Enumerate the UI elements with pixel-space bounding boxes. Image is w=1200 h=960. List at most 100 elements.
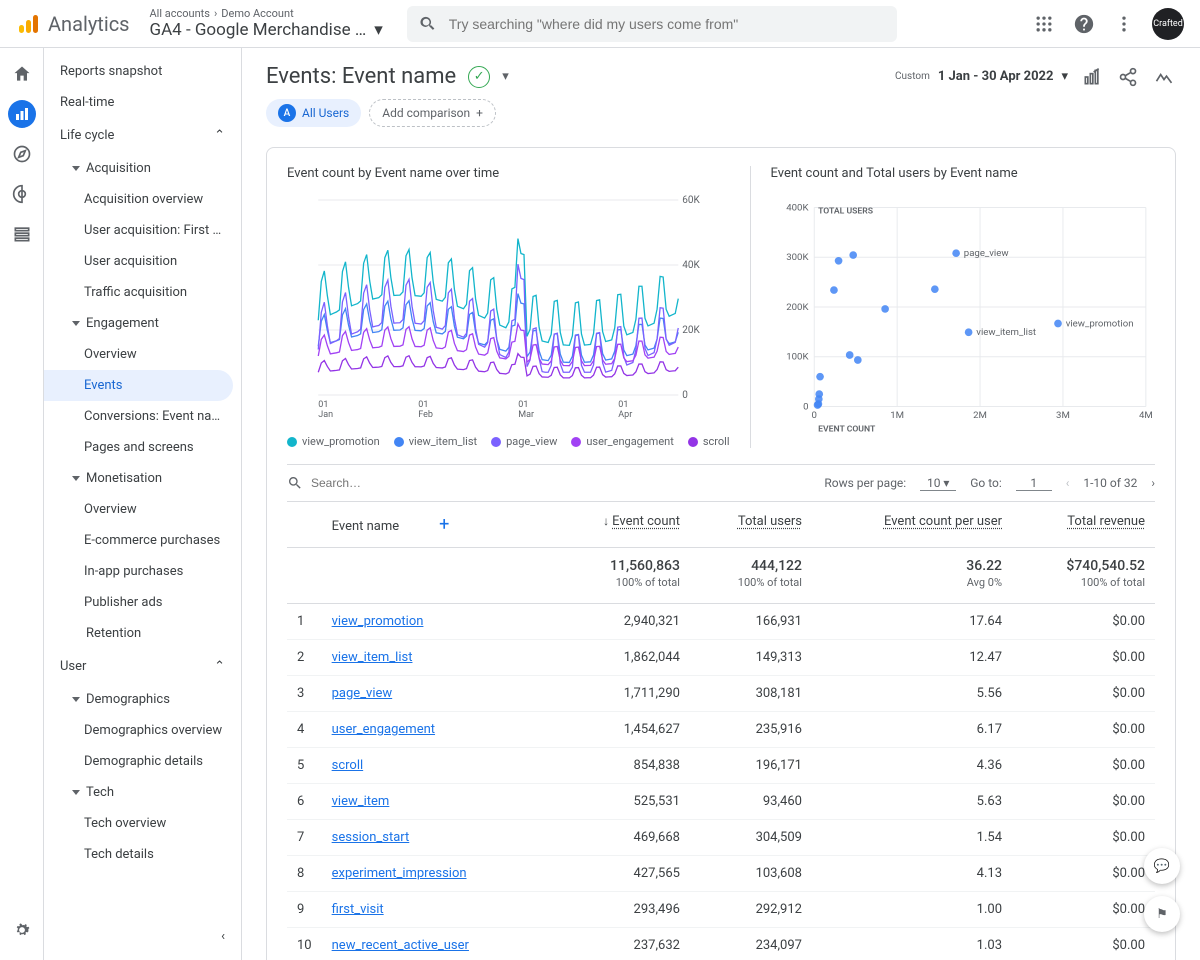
share-icon[interactable] — [1116, 65, 1140, 89]
nav-tech[interactable]: Tech — [44, 777, 241, 808]
nav-demographics[interactable]: Demographics — [44, 684, 241, 715]
table-row[interactable]: 1view_promotion2,940,321166,93117.64$0.0… — [287, 604, 1155, 640]
comparison-all-users[interactable]: AAll Users — [266, 99, 361, 127]
nav-mon-inapp[interactable]: In-app purchases — [44, 556, 241, 587]
goto-input[interactable]: 1 — [1016, 476, 1052, 491]
rail-admin-icon[interactable] — [8, 916, 36, 944]
th-revenue[interactable]: Total revenue — [1012, 502, 1155, 548]
nav-acq-user[interactable]: User acquisition — [44, 246, 241, 277]
app-header: Analytics All accounts › Demo Account GA… — [0, 0, 1200, 48]
customize-report-icon[interactable] — [1080, 65, 1104, 89]
chip-add-label: Add comparison — [382, 106, 470, 120]
event-link[interactable]: first_visit — [332, 902, 384, 917]
insights-icon[interactable] — [1152, 65, 1176, 89]
nav-eng-pages[interactable]: Pages and screens — [44, 432, 241, 463]
table-search-input[interactable] — [311, 476, 466, 490]
event-link[interactable]: session_start — [332, 830, 410, 845]
comparison-chips: AAll Users Add comparison+ — [266, 99, 1176, 127]
nav-snapshot[interactable]: Reports snapshot — [44, 56, 241, 87]
event-link[interactable]: new_recent_active_user — [332, 938, 469, 953]
line-legend: view_promotion view_item_list page_view … — [287, 435, 730, 448]
sum-rev: $740,540.52100% of total — [1012, 548, 1155, 604]
table-row[interactable]: 10new_recent_active_user237,632234,0971.… — [287, 928, 1155, 960]
nav-eng-overview[interactable]: Overview — [44, 339, 241, 370]
nav-tech-overview[interactable]: Tech overview — [44, 808, 241, 839]
nav-realtime[interactable]: Real-time — [44, 87, 241, 118]
table-row[interactable]: 4user_engagement1,454,627235,9166.17$0.0… — [287, 712, 1155, 748]
product-name: Analytics — [48, 12, 130, 36]
table-row[interactable]: 6view_item525,53193,4605.63$0.00 — [287, 784, 1155, 820]
nav-mon-pub[interactable]: Publisher ads — [44, 587, 241, 618]
caret-down-icon[interactable]: ▾ — [502, 69, 509, 84]
next-page-icon[interactable]: › — [1151, 476, 1155, 490]
nav-acq-traffic[interactable]: Traffic acquisition — [44, 277, 241, 308]
nav-engagement[interactable]: Engagement — [44, 308, 241, 339]
breadcrumb: All accounts › Demo Account — [150, 7, 383, 20]
avatar[interactable]: Crafted — [1152, 8, 1184, 40]
event-link[interactable]: page_view — [332, 686, 393, 701]
chat-fab-icon[interactable]: 💬 — [1144, 848, 1180, 884]
search-bar[interactable] — [407, 6, 897, 42]
nav-user[interactable]: User⌃ — [44, 649, 241, 684]
more-vert-icon[interactable] — [1112, 12, 1136, 36]
rail-advertising-icon[interactable] — [8, 180, 36, 208]
rail-explore-icon[interactable] — [8, 140, 36, 168]
event-link[interactable]: scroll — [332, 758, 364, 773]
feedback-fab-icon[interactable]: ⚑ — [1144, 896, 1180, 932]
rows-per-page-select[interactable]: 10 ▾ — [920, 476, 956, 491]
sum-epu: 36.22Avg 0% — [812, 548, 1012, 604]
table-search[interactable] — [287, 475, 497, 491]
nav-demo-details[interactable]: Demographic details — [44, 746, 241, 777]
th-epu[interactable]: Event count per user — [812, 502, 1012, 548]
add-comparison-button[interactable]: Add comparison+ — [369, 99, 496, 127]
nav-demo-overview[interactable]: Demographics overview — [44, 715, 241, 746]
legend-item: page_view — [506, 435, 557, 448]
nav-mon-ecom[interactable]: E-commerce purchases — [44, 525, 241, 556]
apps-icon[interactable] — [1032, 12, 1056, 36]
sum-users: 444,122100% of total — [690, 548, 812, 604]
rail-home-icon[interactable] — [8, 60, 36, 88]
nav-acq-firstuser[interactable]: User acquisition: First user … — [44, 215, 241, 246]
table-toolbar: Rows per page: 10 ▾ Go to: 1 ‹ 1-10 of 3… — [287, 464, 1155, 502]
rail-configure-icon[interactable] — [8, 220, 36, 248]
nav-mon-overview[interactable]: Overview — [44, 494, 241, 525]
nav-eng-conversions[interactable]: Conversions: Event name — [44, 401, 241, 432]
nav-monetisation[interactable]: Monetisation — [44, 463, 241, 494]
nav-retention[interactable]: Retention — [44, 618, 241, 649]
event-link[interactable]: view_item — [332, 794, 390, 809]
th-total-users[interactable]: Total users — [690, 502, 812, 548]
svg-text:100K: 100K — [786, 352, 809, 363]
table-row[interactable]: 3page_view1,711,290308,1815.56$0.00 — [287, 676, 1155, 712]
event-link[interactable]: experiment_impression — [332, 866, 467, 881]
table-row[interactable]: 8experiment_impression427,565103,6084.13… — [287, 856, 1155, 892]
status-ok-icon[interactable]: ✓ — [468, 66, 490, 88]
search-input[interactable] — [449, 16, 885, 32]
event-link[interactable]: view_item_list — [332, 650, 413, 665]
nav-tech-details[interactable]: Tech details — [44, 839, 241, 870]
add-dimension-icon[interactable]: + — [439, 514, 449, 535]
svg-text:Jan: Jan — [318, 410, 333, 420]
event-link[interactable]: view_promotion — [332, 614, 424, 629]
table-row[interactable]: 7session_start469,668304,5091.54$0.00 — [287, 820, 1155, 856]
table-row[interactable]: 9first_visit293,496292,9121.00$0.00 — [287, 892, 1155, 928]
svg-text:Feb: Feb — [418, 410, 433, 420]
svg-text:01: 01 — [618, 400, 628, 410]
collapse-sidebar-icon[interactable]: ‹ — [221, 929, 225, 944]
th-event-count[interactable]: ↓Event count — [550, 502, 690, 548]
nav-acquisition[interactable]: Acquisition — [44, 153, 241, 184]
svg-text:TOTAL USERS: TOTAL USERS — [818, 206, 873, 216]
property-selector[interactable]: All accounts › Demo Account GA4 - Google… — [150, 7, 383, 40]
rail-reports-icon[interactable] — [8, 100, 36, 128]
nav-acq-overview[interactable]: Acquisition overview — [44, 184, 241, 215]
date-range-picker[interactable]: Custom 1 Jan - 30 Apr 2022 ▾ — [895, 69, 1068, 84]
prev-page-icon[interactable]: ‹ — [1066, 476, 1070, 490]
nav-eng-events[interactable]: Events — [44, 370, 233, 401]
table-row[interactable]: 5scroll854,838196,1714.36$0.00 — [287, 748, 1155, 784]
table-row[interactable]: 2view_item_list1,862,044149,31312.47$0.0… — [287, 640, 1155, 676]
chevron-up-icon: ⌃ — [214, 659, 225, 674]
svg-text:01: 01 — [518, 400, 528, 410]
th-event-name[interactable]: Event name+ — [322, 502, 550, 548]
event-link[interactable]: user_engagement — [332, 722, 435, 737]
help-icon[interactable] — [1072, 12, 1096, 36]
nav-lifecycle[interactable]: Life cycle⌃ — [44, 118, 241, 153]
